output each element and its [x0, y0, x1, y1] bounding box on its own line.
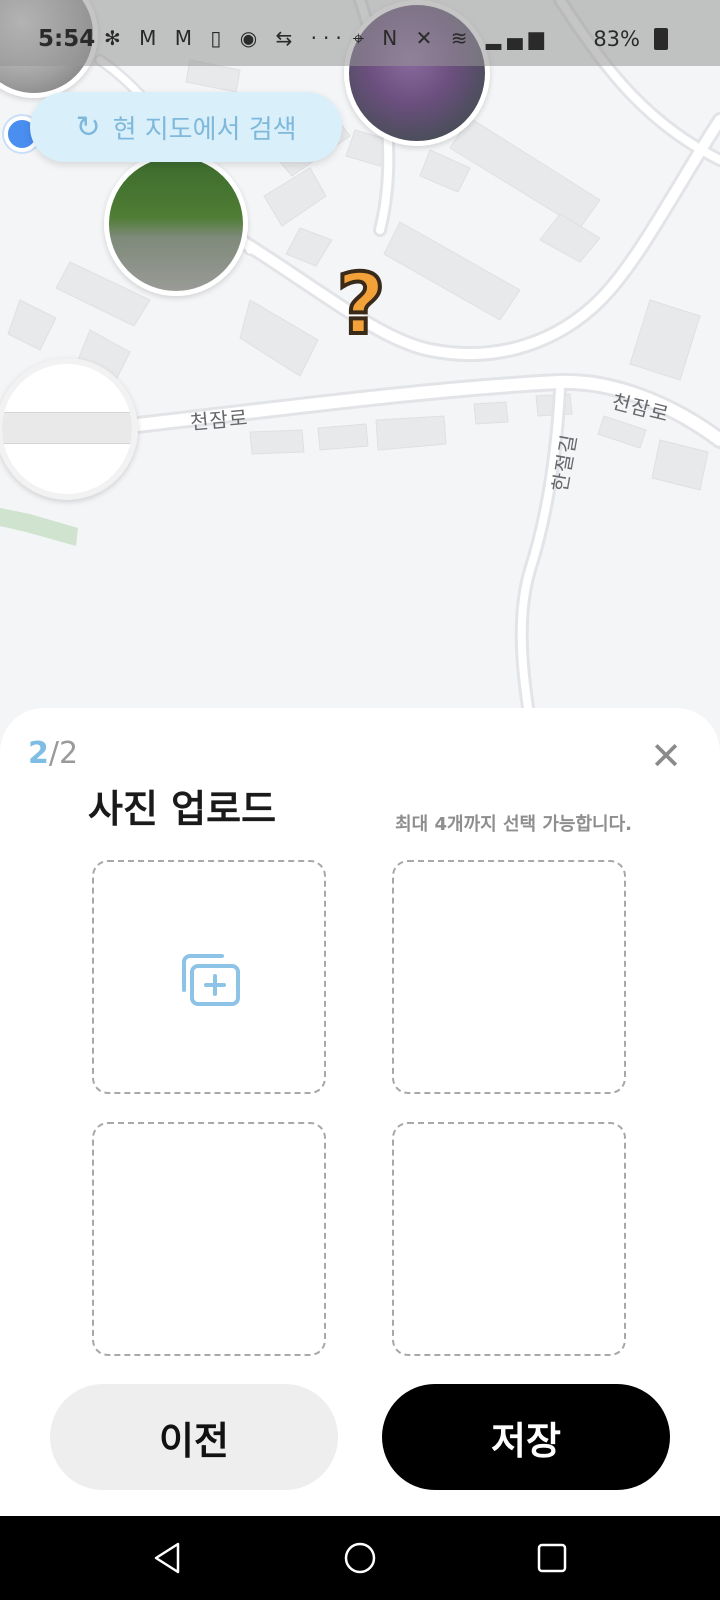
save-button[interactable]: 저장 — [382, 1384, 670, 1490]
park-area — [0, 508, 78, 546]
nav-home-icon[interactable] — [342, 1540, 378, 1576]
status-bar: 5:54 ✻ M M ▯ ◉ ⇆ ··· ⌖ N ✕ ≋ ▂▄▆ 83% — [0, 0, 720, 66]
step-indicator: 2/2 — [28, 736, 78, 771]
nav-back-icon[interactable] — [150, 1540, 186, 1576]
photo-slot-empty[interactable] — [392, 1122, 626, 1356]
system-icons: ⌖ N ✕ ≋ ▂▄▆ — [352, 26, 550, 50]
step-current: 2 — [28, 736, 49, 771]
photo-slot-add[interactable] — [92, 860, 326, 1094]
search-this-area-label: 현 지도에서 검색 — [112, 114, 297, 145]
photo-upload-sheet: 2/2 ✕ 사진 업로드 최대 4개까지 선택 가능합니다. 이전 저장 — [0, 708, 720, 1516]
add-photo-icon — [182, 954, 240, 1006]
sheet-title: 사진 업로드 — [88, 787, 277, 831]
close-icon[interactable]: ✕ — [648, 737, 684, 775]
system-nav-bar — [0, 1516, 720, 1600]
photo-slot-empty[interactable] — [392, 860, 626, 1094]
previous-button[interactable]: 이전 — [50, 1384, 338, 1490]
question-mark-icon[interactable]: ? — [330, 256, 392, 352]
notification-icons: ✻ M M ▯ ◉ ⇆ ··· — [104, 26, 348, 50]
photo-marker[interactable] — [0, 358, 138, 500]
refresh-icon: ↻ — [75, 109, 101, 145]
map-view[interactable]: 천잠로 천잠로 한절길 ? ↻ 현 지도에서 검색 — [0, 0, 720, 720]
status-time: 5:54 — [38, 26, 96, 52]
max-photos-hint: 최대 4개까지 선택 가능합니다. — [395, 814, 632, 835]
search-this-area-button[interactable]: ↻ 현 지도에서 검색 — [30, 92, 342, 162]
battery-icon — [654, 28, 668, 50]
road-label: 천잠로 — [189, 405, 250, 435]
step-total: /2 — [48, 736, 79, 771]
photo-slot-empty[interactable] — [92, 1122, 326, 1356]
photo-marker[interactable] — [104, 152, 248, 296]
battery-percent: 83% — [593, 27, 640, 51]
nav-recents-icon[interactable] — [534, 1540, 570, 1576]
